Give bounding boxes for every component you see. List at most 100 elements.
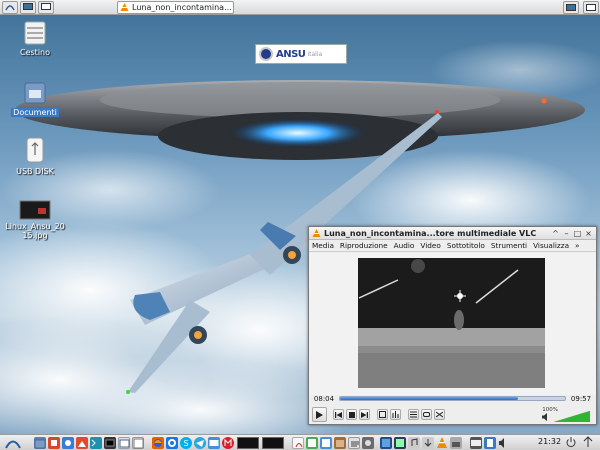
clock[interactable]: 21:32 [538,437,561,446]
tray-icon-1[interactable] [450,436,462,449]
show-desktop-button[interactable] [20,0,36,14]
fullscreen-button[interactable] [377,409,388,420]
loop-button[interactable] [421,409,432,420]
camera-launcher[interactable] [362,436,374,449]
file-manager-launcher[interactable] [34,436,46,449]
volume-tray[interactable] [498,437,510,449]
app-menu-icon [5,440,21,448]
ansu-logo: ANSU italia [255,44,347,64]
menu-video[interactable]: Video [420,241,440,250]
writer-launcher[interactable] [320,436,332,449]
menu-overflow[interactable]: » [575,241,579,250]
maximize-button[interactable]: □ [573,229,582,238]
shade-button[interactable]: ^ [551,229,560,238]
fullscreen-icon [379,411,386,418]
folder-icon [24,82,46,104]
workspace-switcher-button[interactable] [563,1,579,14]
pdf-reader-launcher[interactable] [292,436,304,449]
next-button[interactable] [359,409,370,420]
tools-launcher[interactable] [48,436,60,449]
window-icon [119,439,130,447]
editor-launcher[interactable] [348,436,360,449]
shuffle-button[interactable] [434,409,445,420]
vlc-window[interactable]: Luna_non_incontamina...tore multimediale… [308,226,597,425]
keyboard-layout-indicator[interactable] [470,436,482,449]
archive-launcher[interactable] [334,436,346,449]
film-icon [396,438,404,447]
taskbar-window-thumbnail-2[interactable] [262,436,284,449]
skype-launcher[interactable]: S [180,436,192,449]
playlist-button[interactable] [408,409,419,420]
total-time: 09:57 [570,394,592,403]
vlc-titlebar[interactable]: Luna_non_incontamina...tore multimediale… [309,227,596,240]
tray-icon-2[interactable] [484,436,496,449]
power-button[interactable] [565,436,577,448]
close-button[interactable]: × [584,229,593,238]
vlc-launcher[interactable] [436,436,448,449]
firefox-icon [154,438,162,447]
stop-button[interactable] [346,409,357,420]
mail-launcher[interactable] [208,436,220,449]
seek-bar-progress [340,397,518,400]
vlc-window-buttons: ^ – □ × [551,229,593,238]
seek-bar[interactable] [339,396,566,401]
menu-tools[interactable]: Strumenti [491,241,527,250]
network-icon [452,441,460,447]
image-viewer-launcher[interactable] [76,436,88,449]
console-launcher[interactable] [104,436,116,449]
terminal-launcher[interactable] [90,436,102,449]
bottom-taskbar: S 21:32 [0,434,600,450]
media-center-launcher[interactable] [380,436,392,449]
desktop-icon-label: Linux_Ansu_20 15.jpg [5,222,65,240]
window-launcher[interactable] [118,436,130,449]
browser-icon [168,438,176,447]
vlc-cone-icon [312,228,321,237]
video-editor-launcher[interactable] [394,436,406,449]
workspace-switcher-button-2[interactable] [583,1,599,14]
menu-audio[interactable]: Audio [394,241,415,250]
desktop-icon-trash[interactable]: Cestino [5,20,65,57]
minimize-button[interactable]: – [562,229,571,238]
volume-slider[interactable] [554,411,590,422]
play-button[interactable] [312,407,327,422]
menu-view[interactable]: Visualizza [533,241,569,250]
workspace-icon [41,3,51,10]
desktop-icon-label: USB DISK [16,167,54,176]
audio-icon [411,437,418,446]
gmail-launcher[interactable] [222,436,234,449]
audio-launcher[interactable] [408,436,420,449]
menu-subtitle[interactable]: Sottotitolo [447,241,485,250]
chrome-launcher[interactable] [166,436,178,449]
menu-playback[interactable]: Riproduzione [340,241,388,250]
usb-drive-icon [26,137,44,163]
spreadsheet-launcher[interactable] [306,436,318,449]
desktop-icon-documents[interactable]: Documenti [5,80,65,117]
workspace-button[interactable] [38,0,54,14]
video-area[interactable] [309,253,596,395]
download-launcher[interactable] [422,436,434,449]
extended-settings-button[interactable] [390,409,401,420]
telegram-launcher[interactable] [194,436,206,449]
show-desktop-corner-button[interactable] [582,436,594,448]
taskbar-window-vlc[interactable]: Luna_non_incontamina... [117,1,234,14]
keyboard-icon [471,439,481,446]
taskbar-window-thumbnail-1[interactable] [237,436,259,449]
folder-icon [34,439,46,448]
menu-media[interactable]: Media [312,241,334,250]
firefox-launcher[interactable] [152,436,164,449]
vlc-cone-icon [437,436,447,448]
vlc-cone-icon [120,3,129,11]
vlc-menubar: Media Riproduzione Audio Video Sottotito… [309,240,596,252]
blank-window-launcher[interactable] [132,436,144,449]
menu-launcher-button[interactable] [2,0,18,14]
volume-control[interactable]: 100% [542,407,592,422]
app-menu-button[interactable] [4,437,22,449]
software-center-launcher[interactable] [62,436,74,449]
pdf-icon [295,442,303,447]
image-thumbnail-icon [19,200,51,220]
previous-button[interactable] [333,409,344,420]
desktop-icon-image-file[interactable]: Linux_Ansu_20 15.jpg [5,200,65,240]
taskbar-window-title: Luna_non_incontamina... [132,3,232,12]
desktop-icon-usb[interactable]: USB DISK [5,137,65,176]
workspace-icon [586,3,596,11]
